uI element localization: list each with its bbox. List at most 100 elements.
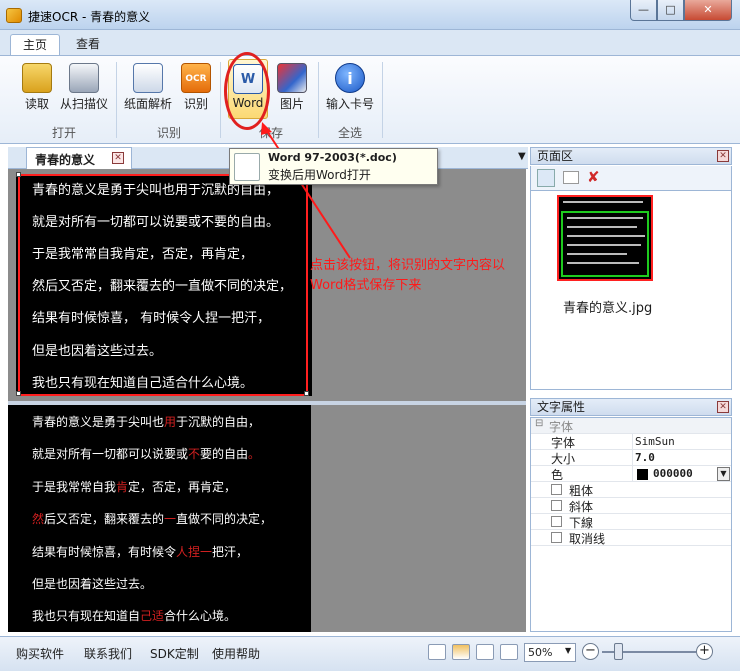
resize-handle[interactable] (304, 391, 309, 396)
thumb-line (567, 226, 637, 228)
thumbnail-view-icon[interactable] (537, 169, 555, 187)
scanner-button[interactable]: 从扫描仪 (58, 59, 110, 117)
help-link[interactable]: 使用帮助 (212, 645, 260, 662)
section-row[interactable]: ⊟ 字体 (531, 418, 731, 434)
page-layout-icon (133, 63, 163, 93)
document-tab[interactable]: 青春的意义 ✕ (26, 147, 132, 169)
title-bar: 捷速OCR - 青春的意义 — □ ✕ (0, 0, 740, 30)
resize-handle[interactable] (16, 391, 21, 396)
app-icon (6, 8, 22, 23)
text-view-icon[interactable] (476, 644, 494, 660)
zoom-value: 50% (528, 646, 553, 659)
text-props-title: 文字属性 (537, 400, 586, 414)
prop-row-bold[interactable]: 粗体 (531, 482, 731, 498)
minimize-button[interactable]: — (630, 0, 657, 21)
strikethrough-checkbox[interactable] (551, 532, 562, 543)
sdk-custom-link[interactable]: SDK定制 (150, 645, 199, 662)
page-list: 青春的意义.jpg (530, 190, 732, 390)
prop-name: 字体 (549, 434, 633, 450)
uncertain-char: 。 (248, 447, 261, 461)
ribbon-tab-strip: 主页 查看 (0, 30, 740, 56)
recognize-button[interactable]: OCR 识别 (177, 59, 215, 117)
maximize-button[interactable]: □ (657, 0, 684, 21)
zoom-in-button[interactable]: + (696, 643, 713, 660)
chevron-down-icon[interactable]: ▼ (717, 467, 730, 481)
enter-serial-button[interactable]: i 输入卡号 (322, 59, 378, 117)
prop-name: 粗体 (569, 484, 594, 498)
close-button[interactable]: ✕ (684, 0, 732, 21)
prop-row-strikethrough[interactable]: 取消线 (531, 530, 731, 546)
prop-value: 000000 (653, 467, 693, 480)
chevron-down-icon[interactable]: ▼ (518, 151, 526, 162)
recognized-text-line[interactable]: 我也只有现在知道自己适合什么心境。 (32, 607, 236, 624)
annotation-text: 点击该按钮，将识别的文字内容以Word格式保存下来 (310, 258, 506, 293)
layout-analysis-button[interactable]: 纸面解析 (122, 59, 174, 117)
prop-row-italic[interactable]: 斜体 (531, 498, 731, 514)
zoom-out-button[interactable]: − (582, 643, 599, 660)
split-view-icon[interactable] (500, 644, 518, 660)
text-segment: 定，否定，再肯定， (128, 480, 237, 494)
close-icon[interactable]: ✕ (717, 401, 729, 413)
thumbnail-label: 青春的意义.jpg (563, 301, 653, 316)
collapse-icon[interactable]: ⊟ (535, 418, 543, 429)
image-text-line: 我也只有现在知道自己适合什么心境。 (32, 376, 254, 391)
group-separator (220, 62, 221, 138)
group-label-select-all: 全选 (337, 126, 362, 140)
tab-home[interactable]: 主页 (10, 34, 61, 56)
save-image-button[interactable]: 图片 (272, 59, 312, 117)
resize-handle[interactable] (16, 172, 21, 177)
fit-page-icon[interactable] (428, 644, 446, 660)
thumb-line (567, 244, 641, 246)
image-text-line: 于是我常常自我肯定，否定，再肯定， (32, 247, 254, 262)
image-view-icon[interactable] (452, 644, 470, 660)
prop-row-underline[interactable]: 下線 (531, 514, 731, 530)
recognized-text-pane[interactable]: 青春的意义是勇于尖叫也用于沉默的自由， 就是对所有一切都可以说要或不要的自由。 于是… (8, 405, 526, 632)
page-icon[interactable] (563, 171, 579, 184)
buy-software-link[interactable]: 购买软件 (16, 645, 64, 662)
group-separator (382, 62, 383, 138)
page-thumbnail[interactable] (557, 195, 653, 281)
text-segment: 但是也因着这些过去。 (32, 577, 153, 591)
prop-value: SimSun (635, 435, 675, 448)
prop-row-size[interactable]: 大小 7.0 (531, 450, 731, 466)
section-label: 字体 (549, 420, 574, 434)
layout-analysis-label: 纸面解析 (123, 97, 172, 111)
contact-us-link[interactable]: 联系我们 (84, 645, 132, 662)
recognized-text-line[interactable]: 青春的意义是勇于尖叫也用于沉默的自由， (32, 413, 260, 430)
italic-checkbox[interactable] (551, 500, 562, 511)
zoom-select[interactable]: 50% ▼ (524, 643, 576, 662)
close-icon[interactable]: ✕ (112, 152, 124, 164)
read-button-label: 读取 (24, 97, 49, 111)
text-segment: 于沉默的自由， (176, 415, 261, 429)
image-text-line: 但是也因着这些过去。 (32, 344, 163, 359)
read-button[interactable]: 读取 (16, 59, 58, 117)
uncertain-char: 肯 (116, 480, 129, 494)
color-swatch (637, 469, 648, 480)
group-label-open: 打开 (51, 126, 76, 140)
tab-view[interactable]: 查看 (64, 34, 112, 56)
thumb-line (567, 235, 645, 237)
zoom-slider-thumb[interactable] (614, 643, 623, 660)
thumb-line (563, 201, 643, 203)
group-label-recognize: 识别 (156, 126, 181, 140)
recognized-text-line[interactable]: 于是我常常自我肯定，否定，再肯定， (32, 478, 236, 495)
prop-name: 斜体 (569, 500, 594, 514)
prop-name: 下線 (569, 516, 594, 530)
delete-icon[interactable]: ✘ (587, 168, 600, 186)
bold-checkbox[interactable] (551, 484, 562, 495)
info-icon: i (335, 63, 365, 93)
close-icon[interactable]: ✕ (717, 150, 729, 162)
recognized-text-line[interactable]: 就是对所有一切都可以说要或不要的自由。 (32, 445, 260, 462)
group-separator (116, 62, 117, 138)
text-segment: 合什么心境。 (164, 609, 237, 623)
recognized-text-line[interactable]: 结果有时候惊喜，有时候令人捏一把汗， (32, 543, 248, 560)
scanner-button-label: 从扫描仪 (59, 97, 108, 111)
page-pane-title: 页面区 (537, 149, 574, 163)
recognized-text-line[interactable]: 然后又否定，翻来覆去的一直做不同的决定， (32, 510, 272, 527)
prop-row-font[interactable]: 字体 SimSun (531, 434, 731, 450)
scanner-icon (69, 63, 99, 93)
recognized-text-line[interactable]: 但是也因着这些过去。 (32, 575, 152, 592)
underline-checkbox[interactable] (551, 516, 562, 527)
prop-row-color[interactable]: 色 000000 ▼ (531, 466, 731, 482)
text-segment: 青春的意义是勇于尖叫也 (32, 415, 165, 429)
